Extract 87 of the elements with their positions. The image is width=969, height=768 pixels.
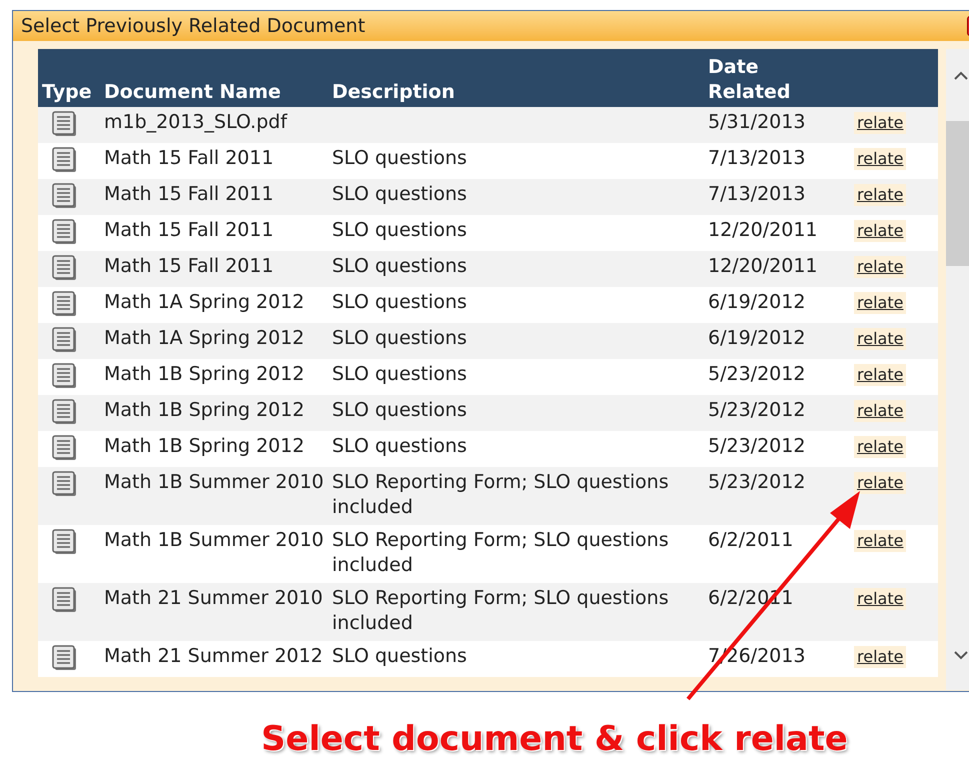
document-icon [52,111,78,137]
relate-link[interactable]: relate [854,184,906,206]
document-name: Math 15 Fall 2011 [104,255,274,277]
relate-link[interactable]: relate [854,292,906,314]
document-icon [52,645,78,671]
table-row[interactable]: Math 1B Spring 2012 SLO questions 5/23/2012 relate [38,395,938,431]
date-text: 5/23/2012 [708,471,806,493]
scrollbar[interactable] [946,49,969,690]
date-text: 5/23/2012 [708,435,806,457]
document-name: Math 1A Spring 2012 [104,291,304,313]
description-text: SLO questions [332,147,467,169]
document-icon [52,587,78,613]
document-name: Math 21 Summer 2012 [104,645,323,667]
description-text: SLO questions [332,255,467,277]
description-text: SLO questions [332,435,467,457]
column-header: Document Name [104,81,281,103]
relate-link[interactable]: relate [854,400,906,422]
relate-link[interactable]: relate [854,530,906,552]
description-text: SLO questions [332,645,467,667]
document-name: Math 1B Summer 2010 [104,471,324,493]
scroll-down-icon[interactable] [953,650,969,660]
document-icon [52,529,78,555]
column-header: Description [332,81,455,103]
document-name: Math 15 Fall 2011 [104,147,274,169]
table-row[interactable]: Math 1B Summer 2010 SLO Reporting Form; SLO questions included 5/23/2012 relate [38,467,938,525]
description-text: SLO questions [332,183,467,205]
table-row[interactable]: Math 1A Spring 2012 SLO questions 6/19/2012 relate [38,323,938,359]
relate-link[interactable]: relate [854,256,906,278]
document-icon [52,291,78,317]
relate-link[interactable]: relate [854,112,906,134]
description-text: SLO Reporting Form; SLO questions included [332,471,669,518]
date-text: 6/19/2012 [708,327,806,349]
description-text: SLO questions [332,399,467,421]
document-name: Math 1A Spring 2012 [104,327,304,349]
table-row[interactable]: Math 1B Spring 2012 SLO questions 5/23/2012 relate [38,431,938,467]
column-header: Type [42,81,92,103]
scroll-up-icon[interactable] [953,71,969,81]
description-text: SLO questions [332,219,467,241]
column-header: Date Related [708,56,790,103]
scrollbar-thumb[interactable] [946,121,969,266]
relate-link[interactable]: relate [854,588,906,610]
document-icon [52,147,78,173]
date-text: 6/19/2012 [708,291,806,313]
description-text: SLO Reporting Form; SLO questions included [332,587,669,634]
document-icon [52,219,78,245]
date-text: 7/13/2013 [708,183,806,205]
table-row[interactable]: Math 15 Fall 2011 SLO questions 7/13/2013 relate [38,143,938,179]
relate-link[interactable]: relate [854,220,906,242]
date-text: 12/20/2011 [708,255,818,277]
date-text: 6/2/2011 [708,529,794,551]
date-text: 5/31/2013 [708,111,806,133]
document-icon [52,183,78,209]
description-text: SLO questions [332,363,467,385]
date-text: 5/23/2012 [708,399,806,421]
document-name: Math 1B Spring 2012 [104,363,304,385]
document-name: Math 15 Fall 2011 [104,183,274,205]
document-icon [52,255,78,281]
document-name: m1b_2013_SLO.pdf [104,111,288,133]
document-name: Math 1B Spring 2012 [104,399,304,421]
relate-link[interactable]: relate [854,364,906,386]
relate-link[interactable]: relate [854,328,906,350]
relate-link[interactable]: relate [854,472,906,494]
table-row[interactable]: Math 1A Spring 2012 SLO questions 6/19/2012 relate [38,287,938,323]
document-name: Math 15 Fall 2011 [104,219,274,241]
relate-link[interactable]: relate [854,436,906,458]
document-icon [52,399,78,425]
document-name: Math 1B Summer 2010 [104,529,324,551]
date-text: 7/13/2013 [708,147,806,169]
table-row[interactable]: Math 15 Fall 2011 SLO questions 12/20/2011 relate [38,215,938,251]
document-icon [52,471,78,497]
document-icon [52,435,78,461]
document-name: Math 21 Summer 2010 [104,587,323,609]
date-text: 12/20/2011 [708,219,818,241]
relate-link[interactable]: relate [854,148,906,170]
document-name: Math 1B Spring 2012 [104,435,304,457]
date-text: 5/23/2012 [708,363,806,385]
annotation-text: Select document & click relate [261,718,848,761]
table-row[interactable]: Math 1B Spring 2012 SLO questions 5/23/2012 relate [38,359,938,395]
document-icon [52,363,78,389]
dialog-title: Select Previously Related Document [20,14,366,39]
relate-link[interactable]: relate [854,646,906,668]
description-text: SLO Reporting Form; SLO questions included [332,529,669,576]
table-row[interactable]: Math 1B Summer 2010 SLO Reporting Form; SLO questions included 6/2/2011 relate [38,525,938,583]
description-text: SLO questions [332,327,467,349]
table-row[interactable]: m1b_2013_SLO.pdf 5/31/2013 relate [38,107,938,143]
description-text: SLO questions [332,291,467,313]
document-icon [52,327,78,353]
